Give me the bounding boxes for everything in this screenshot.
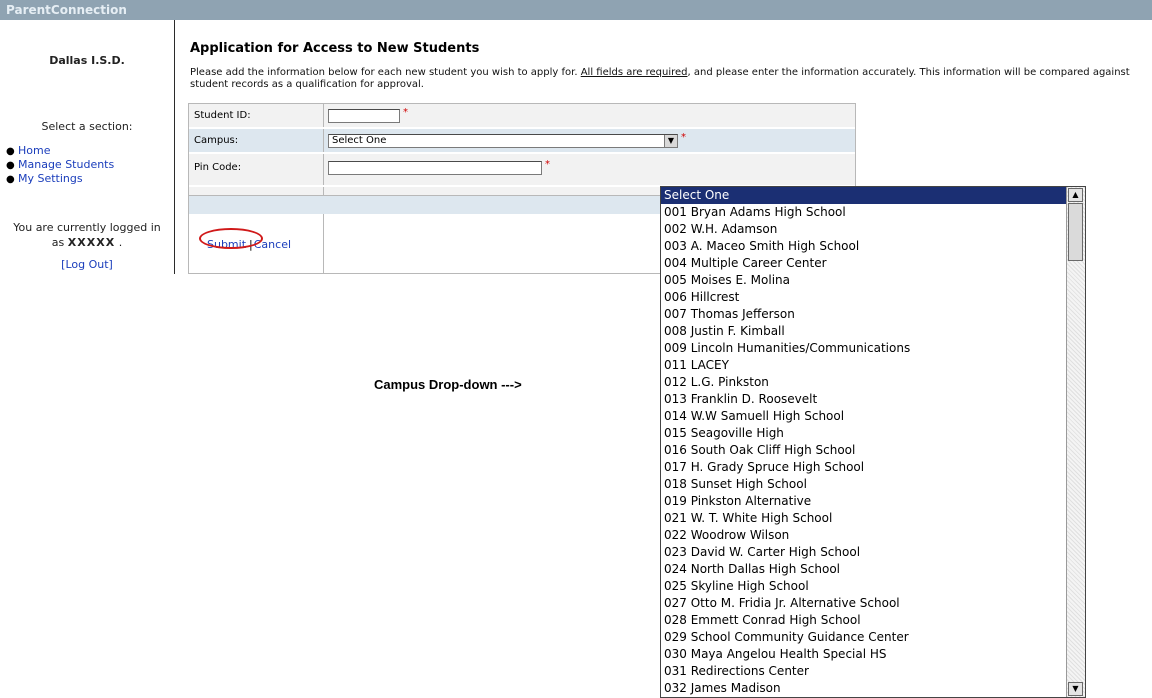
login-status: You are currently logged in as XXXXX .: [0, 220, 174, 250]
campus-option[interactable]: 027 Otto M. Fridia Jr. Alternative Schoo…: [661, 595, 1067, 612]
pin-code-row: Pin Code: *: [189, 154, 855, 185]
submit-button[interactable]: Submit: [198, 228, 264, 258]
actions-cell: Submit |Cancel: [189, 214, 324, 273]
campus-option[interactable]: 005 Moises E. Molina: [661, 272, 1067, 289]
app-title: ParentConnection: [6, 3, 127, 17]
campus-select[interactable]: Select One ▼: [328, 134, 678, 148]
pin-code-input[interactable]: [328, 161, 542, 175]
required-marker: *: [681, 132, 686, 143]
campus-option[interactable]: 008 Justin F. Kimball: [661, 323, 1067, 340]
campus-option[interactable]: 004 Multiple Career Center: [661, 255, 1067, 272]
campus-option[interactable]: 006 Hillcrest: [661, 289, 1067, 306]
spacer-label-cell: [189, 187, 324, 195]
sidebar-nav: ● Home ● Manage Students ● My Settings: [6, 144, 114, 186]
campus-option[interactable]: 023 David W. Carter High School: [661, 544, 1067, 561]
dropdown-scrollbar[interactable]: ▲ ▼: [1066, 187, 1085, 697]
sidebar-item-manage-students[interactable]: ● Manage Students: [6, 158, 114, 172]
login-status-prefix: You are currently logged in: [13, 221, 161, 234]
campus-option[interactable]: 014 W.W Samuell High School: [661, 408, 1067, 425]
campus-option[interactable]: 012 L.G. Pinkston: [661, 374, 1067, 391]
bullet-icon: ●: [6, 160, 15, 171]
sidebar-item-label: Manage Students: [18, 158, 115, 171]
logout-link[interactable]: [Log Out]: [61, 258, 113, 271]
sidebar: Dallas I.S.D. Select a section: ● Home ● M…: [0, 20, 175, 274]
campus-row: Campus: Select One ▼ *: [189, 129, 855, 152]
campus-option[interactable]: 021 W. T. White High School: [661, 510, 1067, 527]
campus-option[interactable]: 017 H. Grady Spruce High School: [661, 459, 1067, 476]
sidebar-item-label: Home: [18, 144, 51, 157]
scrollbar-thumb[interactable]: [1068, 203, 1083, 261]
form-actions: Submit |Cancel: [198, 228, 291, 258]
student-id-input[interactable]: [328, 109, 400, 123]
select-section-label: Select a section:: [41, 120, 133, 133]
chevron-down-icon[interactable]: ▼: [664, 135, 677, 147]
username: XXXXX: [67, 236, 116, 249]
campus-option[interactable]: 003 A. Maceo Smith High School: [661, 238, 1067, 255]
sidebar-item-label: My Settings: [18, 172, 83, 185]
bullet-icon: ●: [6, 146, 15, 157]
campus-option[interactable]: 024 North Dallas High School: [661, 561, 1067, 578]
campus-option[interactable]: 016 South Oak Cliff High School: [661, 442, 1067, 459]
campus-label: Campus:: [189, 129, 324, 152]
intro-text-before: Please add the information below for eac…: [190, 67, 578, 78]
campus-option[interactable]: 001 Bryan Adams High School: [661, 204, 1067, 221]
district-name: Dallas I.S.D.: [49, 54, 125, 67]
pin-code-label: Pin Code:: [189, 154, 324, 185]
campus-option[interactable]: 009 Lincoln Humanities/Communications: [661, 340, 1067, 357]
logout-container: [Log Out]: [0, 258, 174, 271]
required-marker: *: [403, 107, 408, 118]
login-status-suffix: .: [118, 236, 123, 249]
login-status-as: as: [51, 236, 65, 249]
campus-select-value: Select One: [332, 135, 387, 146]
campus-option[interactable]: 025 Skyline High School: [661, 578, 1067, 595]
campus-option[interactable]: 015 Seagoville High: [661, 425, 1067, 442]
campus-option[interactable]: 013 Franklin D. Roosevelt: [661, 391, 1067, 408]
campus-dropdown-list[interactable]: Select One 001 Bryan Adams High School 0…: [660, 186, 1086, 698]
campus-option[interactable]: 028 Emmett Conrad High School: [661, 612, 1067, 629]
campus-option[interactable]: 018 Sunset High School: [661, 476, 1067, 493]
arrow-down-icon[interactable]: ▼: [1068, 682, 1083, 696]
sidebar-item-home[interactable]: ● Home: [6, 144, 114, 158]
student-id-row: Student ID: *: [189, 104, 855, 127]
student-id-label: Student ID:: [189, 104, 324, 127]
page-title: Application for Access to New Students: [190, 41, 480, 56]
campus-option[interactable]: 032 James Madison: [661, 680, 1067, 697]
campus-option[interactable]: 002 W.H. Adamson: [661, 221, 1067, 238]
campus-option[interactable]: Select One: [661, 187, 1067, 204]
campus-option[interactable]: 011 LACEY: [661, 357, 1067, 374]
campus-option[interactable]: 007 Thomas Jefferson: [661, 306, 1067, 323]
campus-option[interactable]: 029 School Community Guidance Center: [661, 629, 1067, 646]
campus-option[interactable]: 022 Woodrow Wilson: [661, 527, 1067, 544]
app-title-bar: ParentConnection: [0, 0, 1152, 20]
arrow-up-icon[interactable]: ▲: [1068, 188, 1083, 202]
campus-option[interactable]: 030 Maya Angelou Health Special HS: [661, 646, 1067, 663]
sidebar-item-my-settings[interactable]: ● My Settings: [6, 172, 114, 186]
intro-text: Please add the information below for eac…: [190, 67, 1140, 91]
bullet-icon: ●: [6, 174, 15, 185]
required-marker: *: [545, 159, 550, 170]
campus-options: Select One 001 Bryan Adams High School 0…: [661, 187, 1067, 697]
campus-option[interactable]: 031 Redirections Center: [661, 663, 1067, 680]
intro-required-text: All fields are required: [580, 67, 688, 78]
campus-dropdown-annotation: Campus Drop-down --->: [374, 377, 522, 392]
campus-option[interactable]: 019 Pinkston Alternative: [661, 493, 1067, 510]
